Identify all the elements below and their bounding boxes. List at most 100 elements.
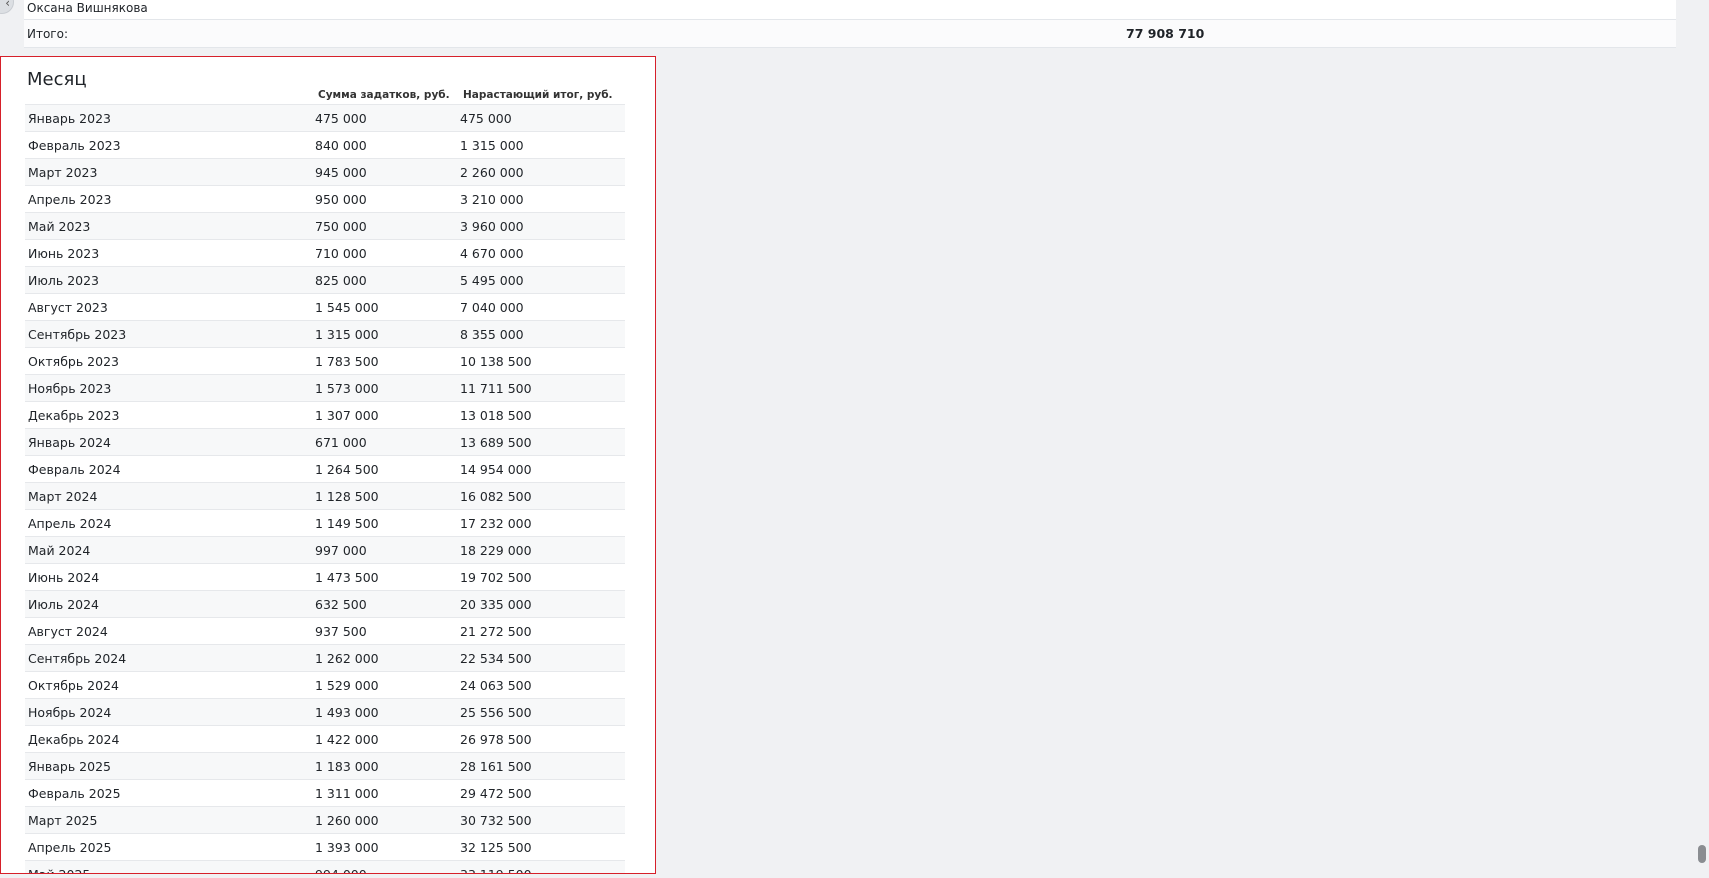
table-row: Ноябрь 2024 1 493 000 25 556 500 (25, 699, 625, 726)
manager-name: Оксана Вишнякова (27, 1, 148, 15)
cumulative-cell: 24 063 500 (460, 677, 532, 693)
cumulative-cell: 475 000 (460, 110, 512, 126)
sum-cell: 1 315 000 (315, 326, 379, 342)
table-row: Август 2023 1 545 000 7 040 000 (25, 294, 625, 321)
sum-cell: 1 783 500 (315, 353, 379, 369)
table-row: Декабрь 2023 1 307 000 13 018 500 (25, 402, 625, 429)
month-cell: Июль 2023 (28, 272, 100, 288)
cumulative-cell: 7 040 000 (460, 299, 524, 315)
sum-cell: 1 393 000 (315, 839, 379, 855)
cumulative-cell: 26 978 500 (460, 731, 532, 747)
month-cell: Январь 2024 (28, 434, 111, 450)
month-cell: Июнь 2024 (28, 569, 100, 585)
table-row: Апрель 2023 950 000 3 210 000 (25, 186, 625, 213)
month-cell: Март 2024 (28, 488, 98, 504)
table-row: Оксана Вишнякова (24, 0, 1676, 20)
table-row: Август 2024 937 500 21 272 500 (25, 618, 625, 645)
table-row: Октябрь 2023 1 783 500 10 138 500 (25, 348, 625, 375)
table-row: Июль 2023 825 000 5 495 000 (25, 267, 625, 294)
sum-cell: 950 000 (315, 191, 367, 207)
sum-cell: 1 149 500 (315, 515, 379, 531)
cumulative-cell: 30 732 500 (460, 812, 532, 828)
cumulative-cell: 3 960 000 (460, 218, 524, 234)
table-row: Сентябрь 2024 1 262 000 22 534 500 (25, 645, 625, 672)
month-cell: Июнь 2023 (28, 245, 100, 261)
sum-cell: 1 493 000 (315, 704, 379, 720)
table-row: Март 2025 1 260 000 30 732 500 (25, 807, 625, 834)
sum-cell: 1 260 000 (315, 812, 379, 828)
sum-cell: 475 000 (315, 110, 367, 126)
sum-cell: 1 473 500 (315, 569, 379, 585)
month-cell: Август 2024 (28, 623, 108, 639)
total-label: Итого: (27, 26, 68, 41)
table-row: Март 2023 945 000 2 260 000 (25, 159, 625, 186)
month-cell: Октябрь 2024 (28, 677, 119, 693)
cumulative-cell: 16 082 500 (460, 488, 532, 504)
table-row: Январь 2025 1 183 000 28 161 500 (25, 753, 625, 780)
cumulative-cell: 18 229 000 (460, 542, 532, 558)
table-row: Апрель 2024 1 149 500 17 232 000 (25, 510, 625, 537)
sum-cell: 750 000 (315, 218, 367, 234)
cumulative-cell: 32 125 500 (460, 839, 532, 855)
month-cell: Август 2023 (28, 299, 108, 315)
scrollbar-thumb[interactable] (1698, 845, 1706, 863)
cumulative-cell: 13 689 500 (460, 434, 532, 450)
cumulative-cell: 17 232 000 (460, 515, 532, 531)
sum-cell: 1 529 000 (315, 677, 379, 693)
cumulative-cell: 5 495 000 (460, 272, 524, 288)
sum-cell: 1 545 000 (315, 299, 379, 315)
cumulative-cell: 14 954 000 (460, 461, 532, 477)
table-row: Январь 2023 475 000 475 000 (25, 105, 625, 132)
sum-cell: 1 262 000 (315, 650, 379, 666)
table-row: Сентябрь 2023 1 315 000 8 355 000 (25, 321, 625, 348)
sum-cell: 1 573 000 (315, 380, 379, 396)
table-row: Декабрь 2024 1 422 000 26 978 500 (25, 726, 625, 753)
month-cell: Май 2024 (28, 542, 91, 558)
table-row: Март 2024 1 128 500 16 082 500 (25, 483, 625, 510)
month-cell: Март 2025 (28, 812, 98, 828)
cumulative-cell: 28 161 500 (460, 758, 532, 774)
month-cell: Май 2025 (28, 866, 91, 874)
sum-cell: 825 000 (315, 272, 367, 288)
table-row: Ноябрь 2023 1 573 000 11 711 500 (25, 375, 625, 402)
cumulative-cell: 22 534 500 (460, 650, 532, 666)
month-cell: Март 2023 (28, 164, 98, 180)
sum-cell: 1 183 000 (315, 758, 379, 774)
monthly-deposits-table: Январь 2023 475 000 475 000 Февраль 2023 840… (25, 104, 625, 874)
sum-cell: 1 307 000 (315, 407, 379, 423)
table-row: Июнь 2024 1 473 500 19 702 500 (25, 564, 625, 591)
table-row: Июль 2024 632 500 20 335 000 (25, 591, 625, 618)
sum-cell: 1 264 500 (315, 461, 379, 477)
month-cell: Октябрь 2023 (28, 353, 119, 369)
column-header-sum: Сумма задатков, руб. (318, 89, 450, 101)
table-row: Май 2023 750 000 3 960 000 (25, 213, 625, 240)
month-cell: Декабрь 2024 (28, 731, 120, 747)
table-row: Февраль 2023 840 000 1 315 000 (25, 132, 625, 159)
month-cell: Февраль 2024 (28, 461, 121, 477)
cumulative-cell: 21 272 500 (460, 623, 532, 639)
report-page: ‹ Оксана Вишнякова Итого: 77 908 710 Мес… (0, 0, 1709, 878)
cumulative-cell: 3 210 000 (460, 191, 524, 207)
cumulative-cell: 4 670 000 (460, 245, 524, 261)
sum-cell: 840 000 (315, 137, 367, 153)
sum-cell: 937 500 (315, 623, 367, 639)
cumulative-cell: 20 335 000 (460, 596, 532, 612)
table-row: Февраль 2025 1 311 000 29 472 500 (25, 780, 625, 807)
month-cell: Сентябрь 2023 (28, 326, 127, 342)
cumulative-cell: 1 315 000 (460, 137, 524, 153)
panel-title: Месяц (27, 69, 87, 90)
month-cell: Ноябрь 2024 (28, 704, 112, 720)
table-row: Январь 2024 671 000 13 689 500 (25, 429, 625, 456)
cumulative-cell: 10 138 500 (460, 353, 532, 369)
sum-cell: 945 000 (315, 164, 367, 180)
sum-cell: 1 422 000 (315, 731, 379, 747)
month-cell: Февраль 2023 (28, 137, 121, 153)
cumulative-cell: 29 472 500 (460, 785, 532, 801)
sum-cell: 994 000 (315, 866, 367, 874)
chevron-left-icon[interactable]: ‹ (0, 0, 14, 14)
month-cell: Июль 2024 (28, 596, 100, 612)
table-row: Июнь 2023 710 000 4 670 000 (25, 240, 625, 267)
table-row: Апрель 2025 1 393 000 32 125 500 (25, 834, 625, 861)
month-cell: Апрель 2025 (28, 839, 112, 855)
table-row: Октябрь 2024 1 529 000 24 063 500 (25, 672, 625, 699)
